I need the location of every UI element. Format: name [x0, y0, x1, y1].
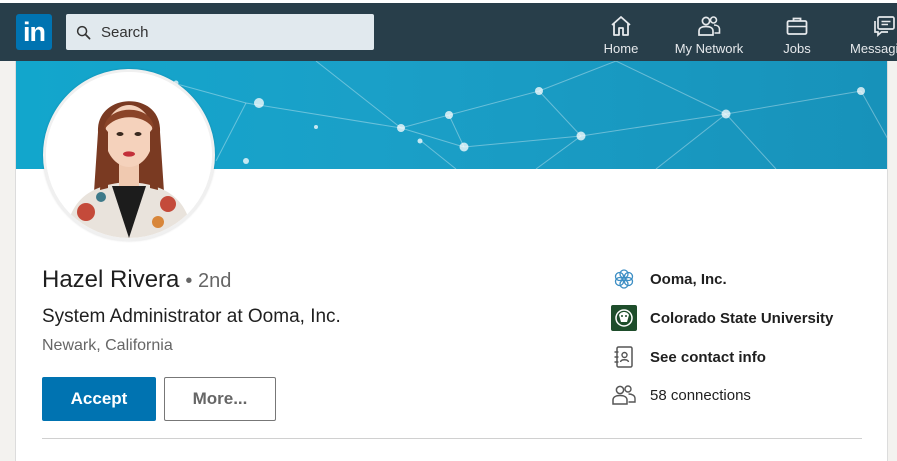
education-school-name: Colorado State University — [650, 309, 834, 327]
company-logo-icon — [611, 266, 637, 292]
briefcase-icon — [786, 17, 808, 35]
nav-messaging[interactable]: Messaging — [850, 14, 897, 58]
home-icon — [611, 16, 631, 36]
profile-photo — [46, 72, 212, 238]
nav-jobs[interactable]: Jobs — [779, 14, 815, 58]
school-logo-icon — [611, 305, 637, 331]
nav-my-network[interactable]: My Network — [670, 14, 748, 58]
messaging-icon — [874, 16, 895, 37]
current-company-name: Ooma, Inc. — [650, 270, 727, 288]
address-book-icon — [611, 344, 637, 370]
connections-icon — [611, 382, 637, 408]
accept-button[interactable]: Accept — [42, 377, 156, 421]
contact-info-label: See contact info — [650, 348, 766, 366]
connections-count-label: 58 connections — [650, 386, 751, 404]
profile-location: Newark, California — [42, 337, 173, 354]
linkedin-logo[interactable]: in — [16, 14, 52, 50]
search-icon — [76, 25, 91, 39]
more-button[interactable]: More... — [164, 377, 276, 421]
search-input[interactable] — [99, 22, 353, 42]
profile-headline: System Administrator at Ooma, Inc. — [42, 306, 341, 327]
contact-info-link[interactable]: See contact info — [611, 344, 766, 370]
nav-home[interactable]: Home — [600, 14, 642, 58]
network-icon — [698, 16, 721, 36]
top-nav-bar: in Home My Network Jobs — [0, 0, 897, 61]
nav-jobs-label: Jobs — [783, 41, 811, 56]
profile-card: Hazel Rivera • 2nd System Administrator … — [15, 61, 888, 461]
profile-name-row: Hazel Rivera • 2nd — [42, 266, 231, 294]
profile-avatar[interactable] — [43, 69, 215, 241]
connections-count[interactable]: 58 connections — [611, 382, 751, 408]
current-company[interactable]: Ooma, Inc. — [611, 266, 727, 292]
nav-messaging-label: Messaging — [850, 41, 897, 56]
nav-home-label: Home — [603, 41, 639, 56]
nav-my-network-label: My Network — [674, 41, 744, 56]
connection-degree: • 2nd — [185, 270, 232, 292]
section-divider — [42, 438, 862, 439]
search-box[interactable] — [66, 14, 374, 50]
profile-name[interactable]: Hazel Rivera — [42, 266, 179, 294]
education-school[interactable]: Colorado State University — [611, 305, 833, 331]
